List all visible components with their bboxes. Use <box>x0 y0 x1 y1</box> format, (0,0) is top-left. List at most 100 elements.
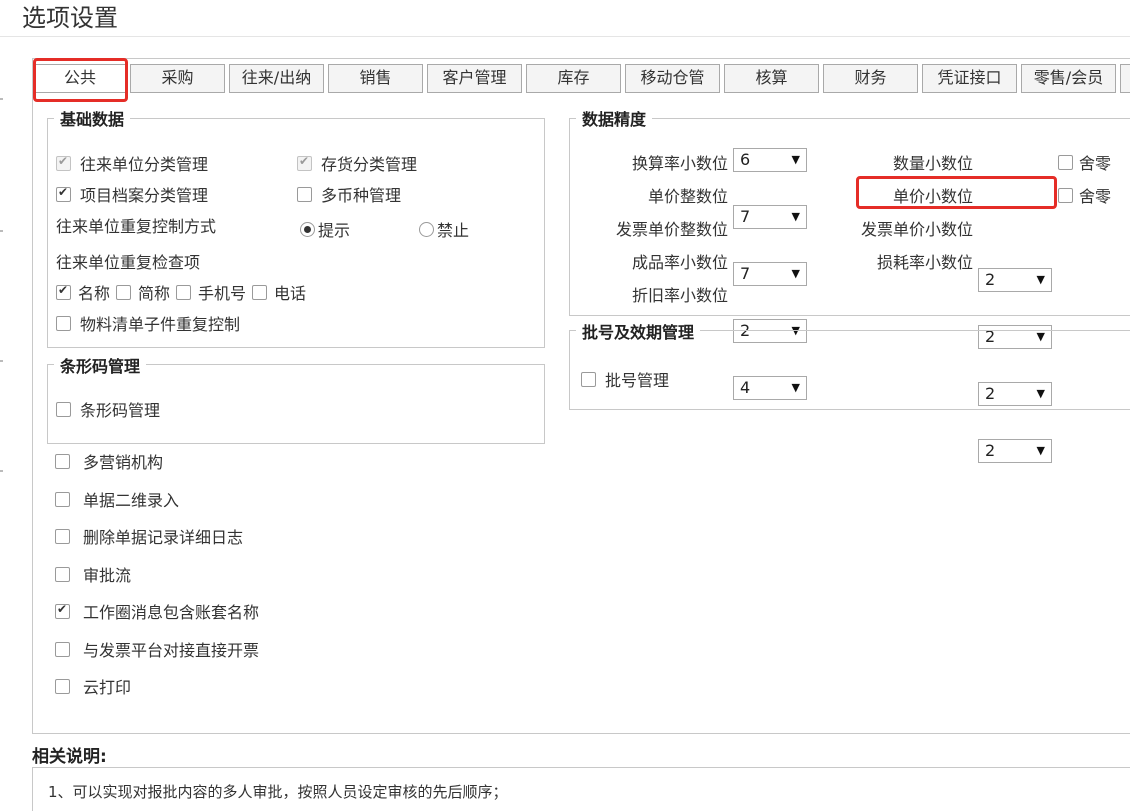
dup-control-label: 往来单位重复控制方式 <box>56 217 217 236</box>
party-category-option[interactable]: 往来单位分类管理 <box>56 151 208 175</box>
price-int-label: 单价整数位 <box>647 187 728 206</box>
conv-rate-label: 换算率小数位 <box>631 154 728 173</box>
tab-costing[interactable]: 核算 <box>724 64 819 93</box>
loss-rate-select[interactable]: 2 ▼ <box>978 439 1052 463</box>
option-checkbox[interactable] <box>55 453 70 469</box>
radio-prompt-option[interactable]: 提示 <box>300 217 350 241</box>
invoice-price-int-select[interactable]: 7 ▼ <box>733 262 807 286</box>
dropdown-arrow-icon: ▼ <box>791 267 800 280</box>
option-label: 与发票平台对接直接开票 <box>83 641 260 660</box>
qty-round-checkbox[interactable] <box>1058 154 1073 170</box>
multi-currency-option[interactable]: 多币种管理 <box>297 182 401 206</box>
option-label: 审批流 <box>83 566 132 585</box>
batch-mgmt-checkbox[interactable] <box>581 371 596 387</box>
barcode-mgmt-option[interactable]: 条形码管理 <box>56 397 160 421</box>
radio-forbid-option[interactable]: 禁止 <box>419 217 469 241</box>
price-round-label: 舍零 <box>1079 187 1112 206</box>
project-category-label: 项目档案分类管理 <box>80 186 209 205</box>
bom-dup-label: 物料清单子件重复控制 <box>80 315 241 334</box>
stock-category-checkbox[interactable] <box>297 154 312 171</box>
project-category-option[interactable]: 项目档案分类管理 <box>56 182 208 206</box>
option-2d-entry[interactable]: 单据二维录入 <box>55 487 179 511</box>
edge-mark <box>0 230 3 232</box>
tab-voucher-interface[interactable]: 凭证接口 <box>922 64 1017 93</box>
yield-rate-label: 成品率小数位 <box>631 253 728 272</box>
check-phone-label: 电话 <box>274 284 307 303</box>
option-invoice-platform[interactable]: 与发票平台对接直接开票 <box>55 637 259 661</box>
radio-prompt-label: 提示 <box>318 221 351 240</box>
option-checkbox[interactable] <box>55 641 70 657</box>
conv-rate-select[interactable]: 6 ▼ <box>733 148 807 172</box>
loss-rate-label: 损耗率小数位 <box>876 253 973 272</box>
option-workcircle-msg[interactable]: 工作圈消息包含账套名称 <box>55 599 259 623</box>
dropdown-arrow-icon: ▼ <box>791 210 800 223</box>
tab-purchase[interactable]: 采购 <box>130 64 225 93</box>
option-checkbox[interactable] <box>55 491 70 507</box>
radio-forbid-label: 禁止 <box>437 221 470 240</box>
dropdown-arrow-icon: ▼ <box>1036 444 1045 457</box>
tab-accounts-cashier[interactable]: 往来/出纳 <box>229 64 324 93</box>
multi-currency-label: 多币种管理 <box>321 186 402 205</box>
radio-forbid[interactable] <box>419 221 434 237</box>
option-label: 多营销机构 <box>83 453 164 472</box>
stock-category-label: 存货分类管理 <box>321 155 418 174</box>
check-name-checkbox[interactable] <box>56 283 71 300</box>
dup-check-items: 名称 简称 手机号 电话 <box>56 280 306 304</box>
option-approval-flow[interactable]: 审批流 <box>55 562 131 586</box>
option-label: 单据二维录入 <box>83 491 180 510</box>
option-cloud-print[interactable]: 云打印 <box>55 674 131 698</box>
dropdown-arrow-icon: ▼ <box>1036 273 1045 286</box>
qty-dec-select[interactable]: 2 ▼ <box>978 268 1052 292</box>
bom-dup-checkbox[interactable] <box>56 315 71 331</box>
price-round-option[interactable]: 舍零 <box>1058 183 1111 207</box>
description-text: 1、可以实现对报批内容的多人审批，按照人员设定审核的先后顺序； <box>48 783 508 801</box>
check-short-checkbox[interactable] <box>116 284 132 300</box>
batch-legend: 批号及效期管理 <box>576 319 701 343</box>
stock-category-option[interactable]: 存货分类管理 <box>297 151 417 175</box>
tab-finance[interactable]: 财务 <box>823 64 918 93</box>
batch-mgmt-label: 批号管理 <box>605 371 670 390</box>
check-mobile-checkbox[interactable] <box>176 284 192 300</box>
barcode-mgmt-checkbox[interactable] <box>56 401 71 417</box>
option-label: 工作圈消息包含账套名称 <box>83 603 260 622</box>
option-checkbox[interactable] <box>55 678 70 694</box>
check-name-label: 名称 <box>78 284 111 303</box>
option-delete-log[interactable]: 删除单据记录详细日志 <box>55 524 243 548</box>
option-checkbox[interactable] <box>55 602 70 619</box>
dup-check-label: 往来单位重复检查项 <box>56 253 201 272</box>
price-round-checkbox[interactable] <box>1058 187 1073 203</box>
qty-dec-label: 数量小数位 <box>892 154 973 173</box>
option-label: 删除单据记录详细日志 <box>83 528 244 547</box>
bom-dup-option[interactable]: 物料清单子件重复控制 <box>56 311 240 335</box>
batch-mgmt-option[interactable]: 批号管理 <box>581 367 669 391</box>
tab-mobile-warehouse[interactable]: 移动仓管 <box>625 64 720 93</box>
tab-overflow[interactable] <box>1120 64 1130 93</box>
check-phone-checkbox[interactable] <box>252 284 268 300</box>
option-checkbox[interactable] <box>55 566 70 582</box>
description-title: 相关说明: <box>32 747 107 767</box>
option-checkbox[interactable] <box>55 528 70 544</box>
qty-round-option[interactable]: 舍零 <box>1058 150 1111 174</box>
title-divider <box>0 36 1130 37</box>
tab-retail-member[interactable]: 零售/会员 <box>1021 64 1116 93</box>
basic-data-legend: 基础数据 <box>54 106 131 130</box>
option-label: 云打印 <box>83 678 132 697</box>
edge-mark <box>0 470 3 472</box>
tab-customer-mgmt[interactable]: 客户管理 <box>427 64 522 93</box>
tab-inventory[interactable]: 库存 <box>526 64 621 93</box>
option-multi-marketing[interactable]: 多营销机构 <box>55 449 163 473</box>
price-dec-label: 单价小数位 <box>892 187 973 206</box>
dropdown-arrow-icon: ▼ <box>791 153 800 166</box>
price-int-select[interactable]: 7 ▼ <box>733 205 807 229</box>
check-mobile-label: 手机号 <box>198 284 247 303</box>
project-category-checkbox[interactable] <box>56 185 71 202</box>
invoice-price-dec-label: 发票单价小数位 <box>860 220 973 239</box>
party-category-label: 往来单位分类管理 <box>80 155 209 174</box>
barcode-mgmt-label: 条形码管理 <box>80 401 161 420</box>
edge-mark <box>0 360 3 362</box>
multi-currency-checkbox[interactable] <box>297 186 312 202</box>
party-category-checkbox[interactable] <box>56 154 71 171</box>
tab-common[interactable]: 公共 <box>34 64 126 93</box>
radio-prompt[interactable] <box>300 221 315 237</box>
tab-sales[interactable]: 销售 <box>328 64 423 93</box>
